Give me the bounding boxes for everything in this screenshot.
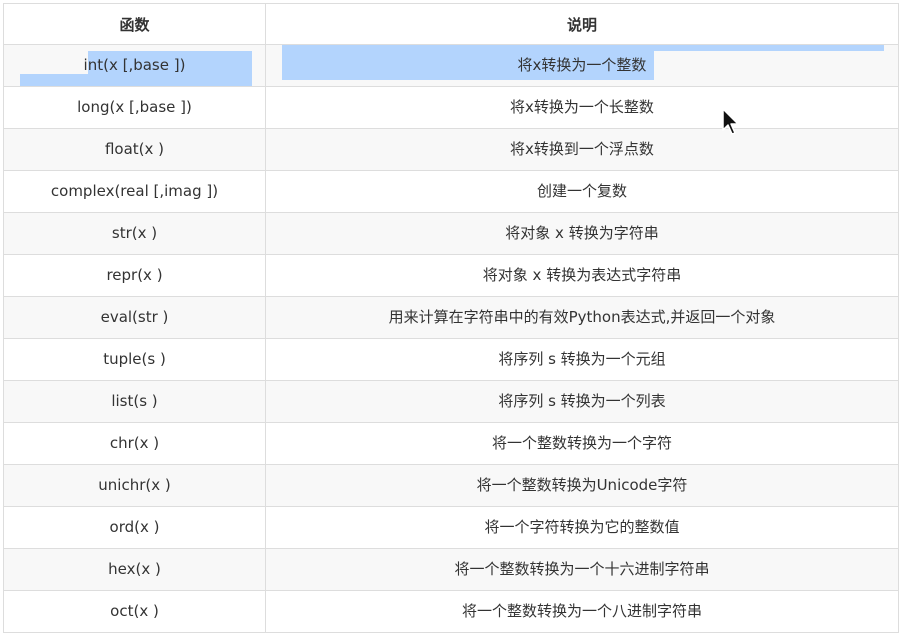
function-cell: complex(real [,imag ]) — [3, 170, 266, 213]
function-name[interactable]: list(s ) — [111, 392, 157, 410]
description-cell: 将一个整数转换为一个八进制字符串 — [265, 590, 899, 633]
description-cell: 将一个整数转换为Unicode字符 — [265, 464, 899, 507]
description-cell: 将对象 x 转换为表达式字符串 — [265, 254, 899, 297]
function-description[interactable]: 将一个整数转换为Unicode字符 — [477, 476, 688, 494]
function-name[interactable]: str(x ) — [112, 224, 157, 242]
conversion-functions-table: 函数 说明 int(x [,base ]) 将x转换为一个整数 long(x [,b… — [3, 3, 899, 633]
function-name[interactable]: tuple(s ) — [103, 350, 166, 368]
description-cell: 将序列 s 转换为一个元组 — [265, 338, 899, 381]
table-row: unichr(x ) 将一个整数转换为Unicode字符 — [3, 464, 899, 507]
function-description[interactable]: 将序列 s 转换为一个元组 — [498, 350, 665, 368]
table-header-row: 函数 说明 — [3, 3, 899, 45]
description-cell: 用来计算在字符串中的有效Python表达式,并返回一个对象 — [265, 296, 899, 339]
table-row: float(x ) 将x转换到一个浮点数 — [3, 128, 899, 171]
function-cell: long(x [,base ]) — [3, 86, 266, 129]
function-name[interactable]: ord(x ) — [110, 518, 160, 536]
function-description[interactable]: 将对象 x 转换为字符串 — [505, 224, 658, 242]
function-name[interactable]: oct(x ) — [110, 602, 159, 620]
function-description[interactable]: 创建一个复数 — [537, 182, 627, 200]
function-description[interactable]: 将x转换为一个整数 — [518, 56, 647, 74]
function-cell: unichr(x ) — [3, 464, 266, 507]
function-cell: hex(x ) — [3, 548, 266, 591]
function-name[interactable]: complex(real [,imag ]) — [51, 182, 218, 200]
function-name[interactable]: unichr(x ) — [98, 476, 170, 494]
conversion-functions-table-wrap: 函数 说明 int(x [,base ]) 将x转换为一个整数 long(x [,b… — [3, 3, 899, 633]
description-cell: 将一个整数转换为一个十六进制字符串 — [265, 548, 899, 591]
function-cell: repr(x ) — [3, 254, 266, 297]
function-description[interactable]: 将一个整数转换为一个八进制字符串 — [462, 602, 702, 620]
table-row: ord(x ) 将一个字符转换为它的整数值 — [3, 506, 899, 549]
function-name[interactable]: eval(str ) — [101, 308, 169, 326]
text-selection-highlight — [20, 74, 252, 86]
function-cell: list(s ) — [3, 380, 266, 423]
description-cell: 将x转换到一个浮点数 — [265, 128, 899, 171]
function-description[interactable]: 将序列 s 转换为一个列表 — [498, 392, 665, 410]
table-row: repr(x ) 将对象 x 转换为表达式字符串 — [3, 254, 899, 297]
function-description[interactable]: 用来计算在字符串中的有效Python表达式,并返回一个对象 — [389, 308, 776, 326]
description-cell: 将序列 s 转换为一个列表 — [265, 380, 899, 423]
function-name[interactable]: float(x ) — [105, 140, 164, 158]
function-name[interactable]: long(x [,base ]) — [77, 98, 192, 116]
function-description[interactable]: 将x转换为一个长整数 — [510, 98, 654, 116]
table-row: list(s ) 将序列 s 转换为一个列表 — [3, 380, 899, 423]
table-row: chr(x ) 将一个整数转换为一个字符 — [3, 422, 899, 465]
header-function: 函数 — [3, 3, 266, 45]
function-name[interactable]: int(x [,base ]) — [84, 56, 186, 74]
function-cell: chr(x ) — [3, 422, 266, 465]
function-description[interactable]: 将对象 x 转换为表达式字符串 — [483, 266, 681, 284]
function-description[interactable]: 将x转换到一个浮点数 — [510, 140, 654, 158]
description-cell: 将x转换为一个整数 — [265, 44, 899, 87]
function-cell: oct(x ) — [3, 590, 266, 633]
function-cell: str(x ) — [3, 212, 266, 255]
function-cell: int(x [,base ]) — [3, 44, 266, 87]
function-name[interactable]: hex(x ) — [108, 560, 161, 578]
table-row: eval(str ) 用来计算在字符串中的有效Python表达式,并返回一个对象 — [3, 296, 899, 339]
table-row: complex(real [,imag ]) 创建一个复数 — [3, 170, 899, 213]
function-cell: tuple(s ) — [3, 338, 266, 381]
header-description: 说明 — [265, 3, 899, 45]
description-cell: 将一个整数转换为一个字符 — [265, 422, 899, 465]
description-cell: 将一个字符转换为它的整数值 — [265, 506, 899, 549]
description-cell: 创建一个复数 — [265, 170, 899, 213]
table-row: tuple(s ) 将序列 s 转换为一个元组 — [3, 338, 899, 381]
mouse-pointer-icon — [722, 108, 739, 135]
table-row: int(x [,base ]) 将x转换为一个整数 — [3, 44, 899, 87]
function-description[interactable]: 将一个整数转换为一个字符 — [492, 434, 672, 452]
table-row: str(x ) 将对象 x 转换为字符串 — [3, 212, 899, 255]
function-cell: eval(str ) — [3, 296, 266, 339]
table-row: long(x [,base ]) 将x转换为一个长整数 — [3, 86, 899, 129]
table-row: oct(x ) 将一个整数转换为一个八进制字符串 — [3, 590, 899, 633]
description-cell: 将x转换为一个长整数 — [265, 86, 899, 129]
function-cell: float(x ) — [3, 128, 266, 171]
function-description[interactable]: 将一个字符转换为它的整数值 — [484, 518, 679, 536]
function-name[interactable]: repr(x ) — [106, 266, 162, 284]
function-cell: ord(x ) — [3, 506, 266, 549]
description-cell: 将对象 x 转换为字符串 — [265, 212, 899, 255]
table-row: hex(x ) 将一个整数转换为一个十六进制字符串 — [3, 548, 899, 591]
function-name[interactable]: chr(x ) — [110, 434, 159, 452]
function-description[interactable]: 将一个整数转换为一个十六进制字符串 — [454, 560, 709, 578]
